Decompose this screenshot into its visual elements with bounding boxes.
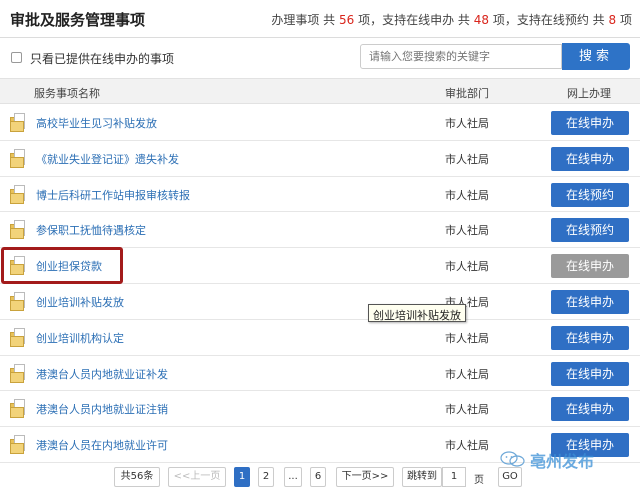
online-action-button[interactable]: 在线预约 xyxy=(551,182,629,207)
goto-page-input[interactable]: 1 xyxy=(442,467,466,487)
page-ellipsis: ... xyxy=(284,467,302,487)
service-name-link[interactable]: 高校毕业生见习补贴发放 xyxy=(36,115,157,131)
page-2-button[interactable]: 2 xyxy=(258,467,274,487)
service-name-link[interactable]: 港澳台人员内地就业证补发 xyxy=(36,366,168,382)
annotation-highlight-box xyxy=(1,247,123,284)
stats-prefix: 办理事项 共 xyxy=(271,13,336,27)
online-action-button[interactable]: 在线申办 xyxy=(551,289,629,314)
prev-page-button[interactable]: <<上一页 xyxy=(168,467,226,487)
approval-dept: 市人社局 xyxy=(445,188,489,202)
folder-icon xyxy=(10,435,27,455)
booking-count: 8 xyxy=(608,13,617,27)
service-name-link[interactable]: 博士后科研工作站申报审核转报 xyxy=(36,187,190,203)
table-row: 《就业失业登记证》遗失补发 市人社局 在线申办 xyxy=(0,141,640,177)
approval-dept: 市人社局 xyxy=(445,224,489,238)
online-action-button[interactable]: 在线预约 xyxy=(551,218,629,243)
summary-stats: 办理事项 共 56 项，支持在线申办 共 48 项，支持在线预约 共 8 项 xyxy=(271,11,632,28)
online-only-label[interactable]: 只看已提供在线申办的事项 xyxy=(30,50,174,67)
column-header-name: 服务事项名称 xyxy=(34,87,100,100)
online-only-checkbox[interactable] xyxy=(11,52,22,63)
page-6-button[interactable]: 6 xyxy=(310,467,326,487)
hover-tooltip: 创业培训补贴发放 xyxy=(368,304,466,322)
online-action-button[interactable]: 在线申办 xyxy=(551,361,629,386)
online-action-button[interactable]: 在线申办 xyxy=(551,146,629,171)
folder-icon xyxy=(10,148,27,169)
search-button[interactable]: 搜索 xyxy=(562,43,630,70)
service-name-link[interactable]: 《就业失业登记证》遗失补发 xyxy=(36,151,179,167)
wechat-icon xyxy=(500,451,525,467)
table-row: 博士后科研工作站申报审核转报 市人社局 在线预约 xyxy=(0,177,640,213)
online-action-button[interactable]: 在线申办 xyxy=(551,325,629,350)
online-action-button[interactable]: 在线申办 xyxy=(551,111,629,135)
stats-suffix: 项 xyxy=(619,13,632,27)
online-count: 48 xyxy=(473,13,490,27)
pagination-total: 共56条 xyxy=(114,467,160,487)
page-unit-label: 页 xyxy=(474,475,484,486)
folder-icon xyxy=(10,399,27,419)
table-row: 创业培训补贴发放 市人社局 在线申办 xyxy=(0,284,640,320)
column-header-online: 网上办理 xyxy=(567,87,611,100)
table-row: 创业培训机构认定 市人社局 在线申办 xyxy=(0,320,640,356)
approval-dept: 市人社局 xyxy=(445,152,489,166)
service-name-link[interactable]: 港澳台人员在内地就业许可 xyxy=(36,437,168,453)
service-name-link[interactable]: 创业培训机构认定 xyxy=(36,330,124,346)
service-name-link[interactable]: 港澳台人员内地就业证注销 xyxy=(36,401,168,417)
folder-icon xyxy=(10,291,27,312)
search-input[interactable] xyxy=(360,44,562,69)
goto-label: 跳转到 xyxy=(402,467,442,487)
next-page-button[interactable]: 下一页>> xyxy=(336,467,394,487)
approval-dept: 市人社局 xyxy=(445,403,489,417)
approval-dept: 市人社局 xyxy=(445,439,489,453)
approval-dept: 市人社局 xyxy=(445,117,489,130)
page-1-button[interactable]: 1 xyxy=(234,467,250,487)
folder-icon xyxy=(10,220,27,240)
folder-icon xyxy=(10,363,27,384)
approval-dept: 市人社局 xyxy=(445,367,489,381)
column-header-dept: 审批部门 xyxy=(445,87,489,100)
page-header: 审批及服务管理事项 办理事项 共 56 项，支持在线申办 共 48 项，支持在线… xyxy=(0,0,640,38)
online-action-button[interactable]: 在线申办 xyxy=(551,397,629,422)
table-row: 港澳台人员内地就业证注销 市人社局 在线申办 xyxy=(0,391,640,428)
approval-dept: 市人社局 xyxy=(445,260,489,274)
folder-icon xyxy=(10,327,27,348)
table-row: 参保职工抚恤待遇核定 市人社局 在线预约 xyxy=(0,212,640,249)
approval-dept: 市人社局 xyxy=(445,331,489,345)
watermark-text: 亳州发布 xyxy=(530,452,595,471)
folder-icon xyxy=(10,184,27,205)
table-row: 港澳台人员内地就业证补发 市人社局 在线申办 xyxy=(0,356,640,392)
watermark: 亳州发布 xyxy=(500,446,635,474)
table-header: 服务事项名称 审批部门 网上办理 xyxy=(0,78,640,104)
table-row: 高校毕业生见习补贴发放 市人社局 在线申办 xyxy=(0,105,640,141)
total-count: 56 xyxy=(338,13,355,27)
service-name-link[interactable]: 参保职工抚恤待遇核定 xyxy=(36,222,146,238)
service-name-link[interactable]: 创业培训补贴发放 xyxy=(36,294,124,310)
folder-icon xyxy=(10,113,27,133)
stats-mid1: 项，支持在线申办 共 xyxy=(358,13,470,27)
page-title: 审批及服务管理事项 xyxy=(10,11,146,29)
stats-mid2: 项，支持在线预约 共 xyxy=(492,13,605,27)
online-action-button[interactable]: 在线申办 xyxy=(551,254,629,279)
